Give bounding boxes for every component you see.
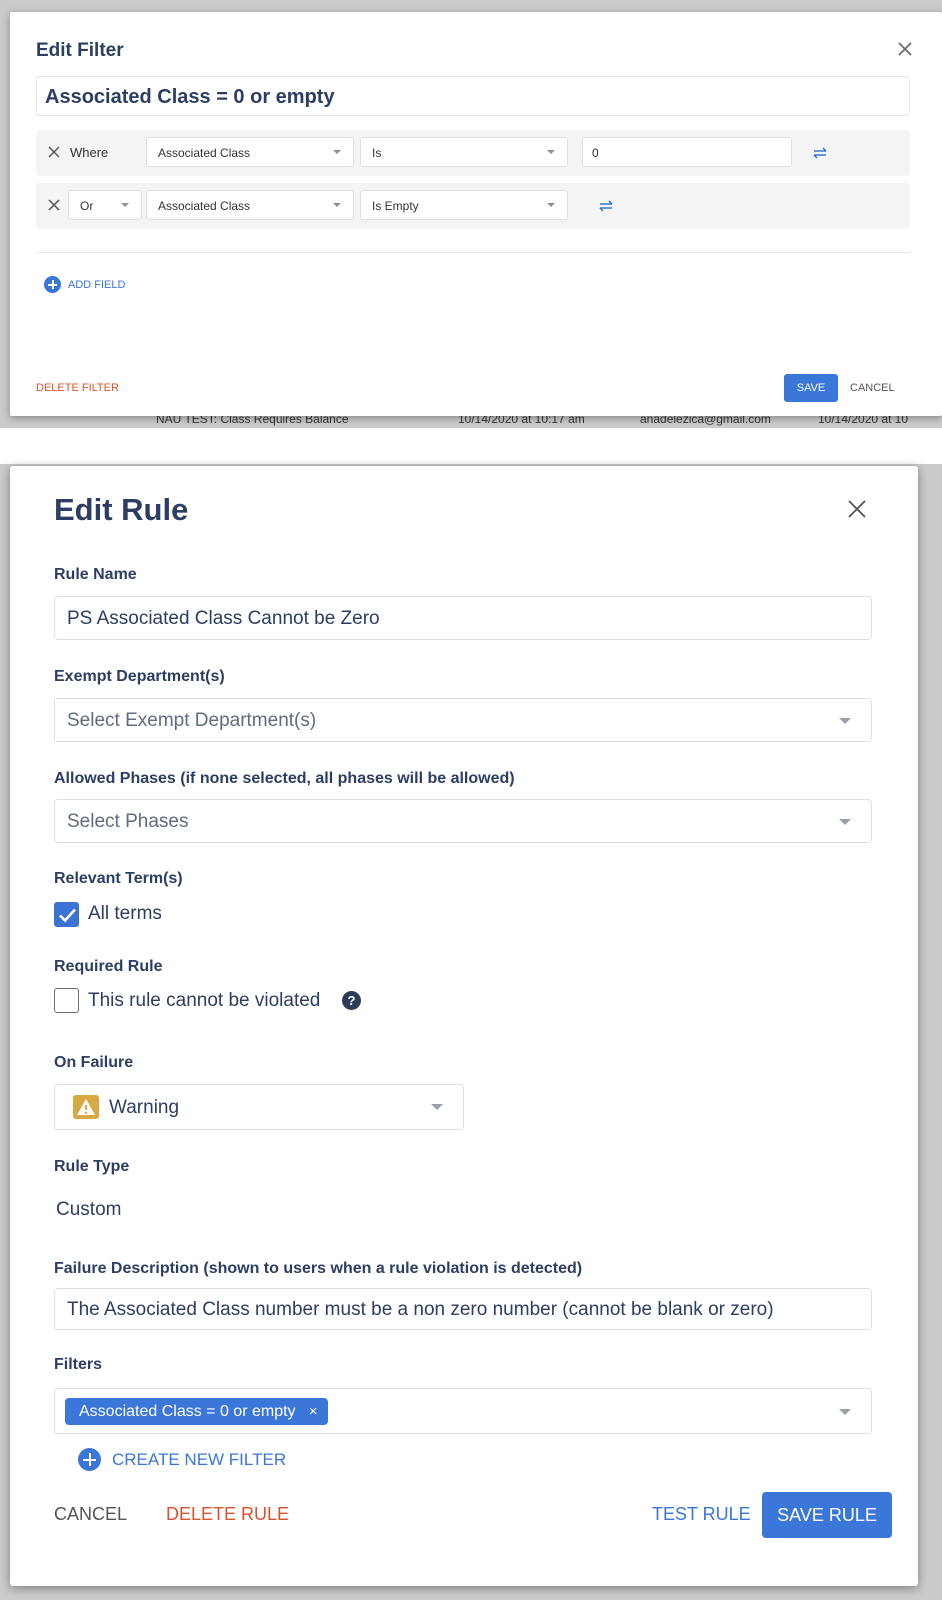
condition-field-select[interactable]: Associated Class: [146, 137, 354, 167]
condition-field-value: Associated Class: [158, 146, 251, 160]
close-icon[interactable]: [846, 498, 868, 520]
filters-select[interactable]: Associated Class = 0 or empty ×: [54, 1388, 872, 1434]
all-terms-label: All terms: [88, 903, 162, 924]
condition-value: 0: [592, 146, 599, 160]
edit-rule-title: Edit Rule: [54, 492, 189, 527]
exempt-departments-placeholder: Select Exempt Department(s): [67, 710, 317, 731]
close-icon[interactable]: [894, 38, 916, 60]
chevron-down-icon: [121, 203, 129, 207]
condition-connector: Where: [70, 145, 109, 160]
failure-description-label: Failure Description (shown to users when…: [54, 1260, 583, 1277]
save-button[interactable]: SAVE: [784, 374, 838, 402]
chevron-down-icon: [333, 203, 341, 207]
chevron-down-icon: [839, 819, 851, 825]
filters-label: Filters: [54, 1356, 103, 1373]
exempt-departments-select[interactable]: Select Exempt Department(s): [54, 698, 872, 742]
chevron-down-icon: [839, 718, 851, 724]
condition-operator-select[interactable]: Is Empty: [360, 190, 568, 220]
required-rule-checkbox[interactable]: [54, 988, 79, 1013]
relevant-terms-label: Relevant Term(s): [54, 870, 183, 887]
rule-type-value: Custom: [56, 1199, 122, 1220]
failure-description-value: The Associated Class number must be a no…: [67, 1299, 774, 1320]
add-field-label: ADD FIELD: [68, 279, 126, 291]
condition-field-value: Associated Class: [158, 199, 251, 213]
remove-condition-icon[interactable]: [46, 144, 62, 160]
warning-icon: [73, 1095, 99, 1119]
edit-filter-title: Edit Filter: [36, 40, 124, 61]
allowed-phases-select[interactable]: Select Phases: [54, 799, 872, 843]
edit-rule-modal: Edit Rule Rule Name PS Associated Class …: [10, 466, 918, 1586]
swap-icon[interactable]: [810, 146, 830, 160]
test-rule-button[interactable]: TEST RULE: [652, 1504, 751, 1525]
condition-row: Or Associated Class Is Empty: [36, 183, 910, 229]
filter-chip-label: Associated Class = 0 or empty: [79, 1403, 296, 1420]
condition-operator-value: Is Empty: [372, 199, 419, 213]
on-failure-label: On Failure: [54, 1054, 134, 1071]
chevron-down-icon: [839, 1409, 851, 1415]
chevron-down-icon: [431, 1104, 443, 1110]
plus-circle-icon: [78, 1448, 101, 1471]
divider: [36, 252, 910, 253]
exempt-departments-label: Exempt Department(s): [54, 668, 225, 685]
screenshot-gap: [0, 428, 942, 464]
cancel-button[interactable]: CANCEL: [54, 1504, 127, 1525]
allowed-phases-label: Allowed Phases (if none selected, all ph…: [54, 770, 515, 787]
remove-condition-icon[interactable]: [46, 197, 62, 213]
cancel-button[interactable]: CANCEL: [850, 382, 895, 394]
swap-icon[interactable]: [596, 199, 616, 213]
all-terms-checkbox[interactable]: [54, 902, 79, 927]
rule-name-value: PS Associated Class Cannot be Zero: [67, 608, 380, 629]
plus-circle-icon: [44, 276, 61, 293]
rule-type-label: Rule Type: [54, 1158, 130, 1175]
chevron-down-icon: [333, 150, 341, 154]
delete-filter-button[interactable]: DELETE FILTER: [36, 382, 119, 394]
condition-connector-value: Or: [80, 199, 94, 213]
save-rule-button[interactable]: SAVE RULE: [762, 1492, 892, 1538]
filter-name-input[interactable]: Associated Class = 0 or empty: [36, 76, 910, 116]
failure-description-input[interactable]: The Associated Class number must be a no…: [54, 1288, 872, 1330]
allowed-phases-placeholder: Select Phases: [67, 811, 189, 832]
remove-chip-icon[interactable]: ×: [309, 1398, 318, 1425]
chevron-down-icon: [547, 203, 555, 207]
checkmark-icon: [59, 908, 76, 923]
help-icon[interactable]: ?: [342, 991, 361, 1010]
filter-chip[interactable]: Associated Class = 0 or empty ×: [65, 1398, 328, 1425]
on-failure-value: Warning: [109, 1097, 180, 1118]
condition-row: Where Associated Class Is 0: [36, 130, 910, 176]
delete-rule-button[interactable]: DELETE RULE: [166, 1504, 289, 1525]
chevron-down-icon: [547, 150, 555, 154]
rule-name-label: Rule Name: [54, 566, 137, 583]
create-new-filter-label: CREATE NEW FILTER: [112, 1450, 287, 1469]
edit-filter-modal: Edit Filter Associated Class = 0 or empt…: [10, 12, 942, 416]
required-rule-label: Required Rule: [54, 958, 163, 975]
condition-field-select[interactable]: Associated Class: [146, 190, 354, 220]
condition-operator-value: Is: [372, 146, 382, 160]
rule-name-input[interactable]: PS Associated Class Cannot be Zero: [54, 596, 872, 640]
condition-connector-select[interactable]: Or: [68, 190, 142, 220]
required-rule-checkbox-label: This rule cannot be violated: [88, 990, 321, 1011]
filter-name-value: Associated Class = 0 or empty: [45, 86, 335, 108]
condition-value-input[interactable]: 0: [582, 137, 792, 167]
on-failure-select[interactable]: Warning: [54, 1084, 464, 1130]
condition-operator-select[interactable]: Is: [360, 137, 568, 167]
